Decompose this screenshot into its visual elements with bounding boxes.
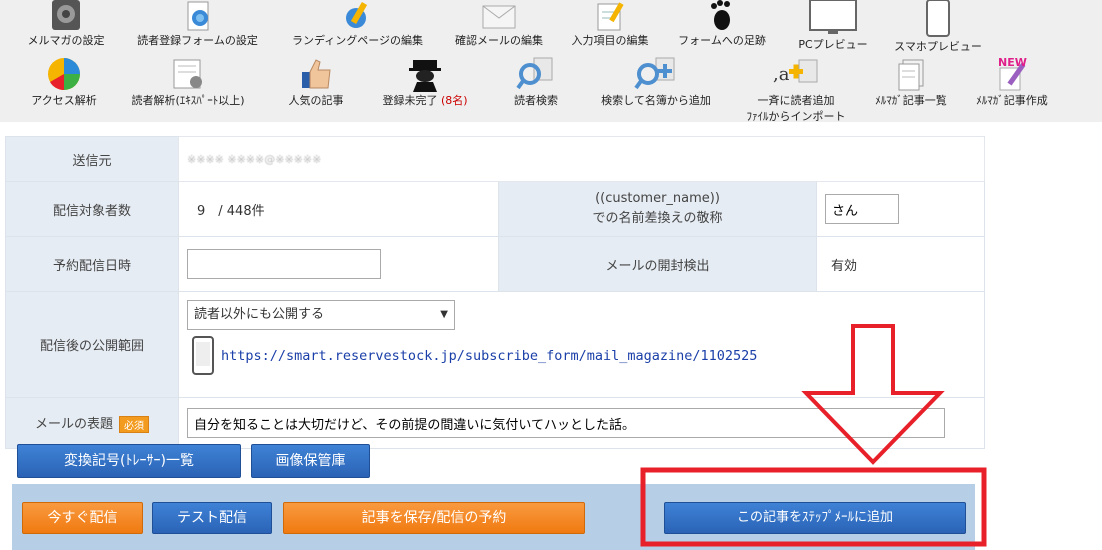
highlight-box-annotation	[640, 467, 987, 547]
down-arrow-annotation	[801, 324, 945, 465]
red-annotation-overlay	[640, 324, 987, 547]
